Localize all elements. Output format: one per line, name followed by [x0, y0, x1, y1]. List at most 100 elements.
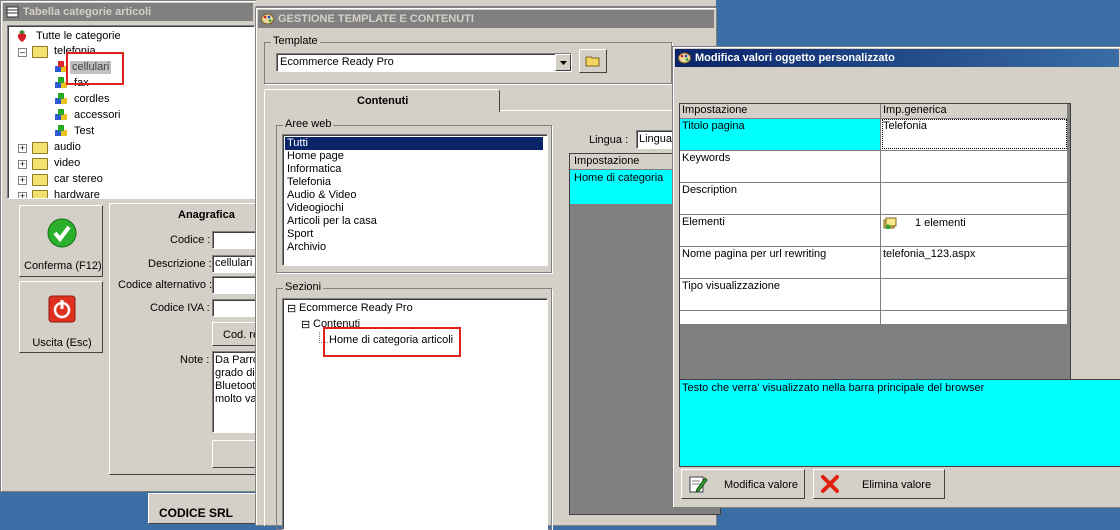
tree-item-car-stereo[interactable]: car stereo: [52, 173, 105, 186]
aree-web-item[interactable]: Videogiochi: [285, 202, 346, 215]
aree-web-item[interactable]: Home page: [285, 150, 346, 163]
aree-web-list[interactable]: Tutti Home page Informatica Telefonia Audio …: [282, 134, 548, 266]
palette-icon: [261, 13, 274, 25]
tree-item-hardware[interactable]: hardware: [52, 189, 102, 198]
folder-icon: [32, 158, 48, 170]
setting-cell[interactable]: Keywords: [680, 150, 881, 183]
value-cell[interactable]: telefonia_123.aspx: [880, 246, 1068, 279]
annotation-highlight: [66, 52, 124, 85]
templates-window-title: GESTIONE TEMPLATE E CONTENUTI: [278, 13, 474, 25]
exit-button[interactable]: Uscita (Esc): [19, 281, 103, 353]
template-select[interactable]: Ecommerce Ready Pro: [276, 53, 572, 72]
aree-web-item[interactable]: Telefonia: [285, 176, 333, 189]
annotation-highlight: [323, 327, 461, 357]
setting-cell[interactable]: Nome pagina per url rewriting: [680, 246, 881, 279]
sezioni-root[interactable]: Ecommerce Ready Pro: [299, 302, 413, 314]
company-name: CODICE SRL: [159, 506, 234, 520]
categories-window-title: Tabella categorie articoli: [23, 6, 152, 18]
codice-iva-label: Codice IVA :: [150, 302, 210, 314]
aree-web-item[interactable]: Tutti: [285, 137, 543, 150]
confirm-button[interactable]: Conferma (F12): [19, 205, 103, 277]
aree-web-label: Aree web: [283, 118, 334, 130]
aree-web-item[interactable]: Audio & Video: [285, 189, 359, 202]
chevron-down-icon: [560, 61, 567, 65]
modify-window-titlebar[interactable]: Modifica valori oggetto personalizzato: [675, 49, 1119, 67]
tree-item-audio[interactable]: audio: [52, 141, 83, 154]
column-header-setting[interactable]: Impostazione: [680, 104, 881, 119]
category-cubes-icon: [55, 109, 67, 120]
modify-value-button[interactable]: Modifica valore: [681, 469, 805, 499]
background-window-strip: [256, 0, 716, 7]
value-cell[interactable]: [880, 150, 1068, 183]
expand-icon[interactable]: +: [18, 160, 27, 169]
tree-collapse-glyph[interactable]: ⊟: [287, 302, 296, 315]
palette-icon: [678, 52, 691, 64]
delete-value-button[interactable]: Elimina valore: [813, 469, 945, 499]
tree-item-cordles[interactable]: cordles: [72, 93, 111, 106]
template-select-value: Ecommerce Ready Pro: [280, 56, 394, 68]
expand-icon[interactable]: +: [18, 144, 27, 153]
value-cell-elements[interactable]: 1 elementi: [880, 214, 1068, 247]
note-line: molto va: [215, 393, 257, 405]
value-cell[interactable]: [880, 182, 1068, 215]
descrizione-label: Descrizione :: [148, 258, 212, 270]
column-header-value[interactable]: Imp.generica: [880, 104, 1068, 119]
note-textarea[interactable]: Da Parro grado di Bluetoot molto va: [212, 351, 259, 433]
folder-icon: [32, 174, 48, 186]
collapse-icon[interactable]: –: [18, 48, 27, 57]
codice-label: Codice :: [170, 234, 211, 246]
empty-cell: [680, 310, 881, 325]
tree-item-video[interactable]: video: [52, 157, 82, 170]
descrizione-value: cellulari: [215, 257, 253, 269]
descrizione-input[interactable]: cellulari: [212, 255, 258, 273]
setting-cell[interactable]: Tipo visualizzazione: [680, 278, 881, 311]
modify-values-window: Modifica valori oggetto personalizzato I…: [672, 46, 1120, 508]
category-cubes-icon: [55, 125, 67, 136]
expand-icon[interactable]: +: [18, 176, 27, 185]
modify-value-label: Modifica valore: [724, 479, 798, 491]
cod-button[interactable]: Cod. re: [212, 322, 259, 346]
settings-grid[interactable]: Impostazione Imp.generica Titolo pagina …: [679, 103, 1071, 423]
tree-item-root[interactable]: Tutte le categorie: [34, 30, 123, 43]
tree-item-test[interactable]: Test: [72, 125, 96, 138]
table-icon: [6, 6, 19, 18]
aree-web-item[interactable]: Informatica: [285, 163, 343, 176]
tree-collapse-glyph[interactable]: ⊟: [301, 318, 310, 331]
browse-folder-button[interactable]: [579, 49, 607, 73]
folder-icon: [32, 142, 48, 154]
template-label: Template: [271, 35, 320, 47]
setting-description: Testo che verra' visualizzato nella barr…: [679, 379, 1120, 467]
tree-item-accessori[interactable]: accessori: [72, 109, 122, 122]
delete-x-icon: [821, 475, 839, 493]
tab-contenuti[interactable]: Contenuti: [264, 89, 500, 112]
sezioni-tree[interactable]: ⊟ Ecommerce Ready Pro ⊟ Contenuti Home d…: [282, 298, 548, 530]
aree-web-item[interactable]: Articoli per la casa: [285, 215, 379, 228]
category-tree[interactable]: Tutte le categorie – telefonia cellulari…: [7, 25, 255, 199]
setting-description-text: Testo che verra' visualizzato nella barr…: [682, 382, 985, 394]
value-cell-selected[interactable]: Telefonia: [880, 118, 1068, 151]
folder-icon: [32, 190, 48, 198]
anagrafica-title: Anagrafica: [178, 209, 235, 221]
expand-icon[interactable]: +: [18, 192, 27, 198]
dropdown-button[interactable]: [555, 54, 571, 71]
templates-window-titlebar[interactable]: GESTIONE TEMPLATE E CONTENUTI: [258, 10, 714, 28]
aree-web-item[interactable]: Sport: [285, 228, 315, 241]
exit-button-label: Uscita (Esc): [32, 337, 92, 349]
setting-cell[interactable]: Description: [680, 182, 881, 215]
codice-alternativo-input[interactable]: [212, 276, 258, 294]
empty-cell: [880, 310, 1068, 325]
anagrafica-panel: Anagrafica Codice : Descrizione : cellul…: [109, 203, 259, 475]
codice-iva-input[interactable]: [212, 299, 258, 317]
setting-cell[interactable]: Elementi: [680, 214, 881, 247]
value-cell[interactable]: [880, 278, 1068, 311]
setting-cell[interactable]: Titolo pagina: [680, 118, 881, 151]
delete-value-label: Elimina valore: [862, 479, 932, 491]
modify-window-title: Modifica valori oggetto personalizzato: [695, 52, 895, 64]
grid-row-label: Home di categoria: [574, 172, 664, 184]
codice-input[interactable]: [212, 231, 258, 249]
elements-count: 1 elementi: [915, 216, 966, 229]
aree-web-item[interactable]: Archivio: [285, 241, 328, 254]
categories-window-titlebar[interactable]: Tabella categorie articoli: [3, 3, 253, 21]
categories-window: Tabella categorie articoli Tutte le cate…: [0, 0, 259, 492]
panel-action-button[interactable]: [212, 440, 258, 468]
